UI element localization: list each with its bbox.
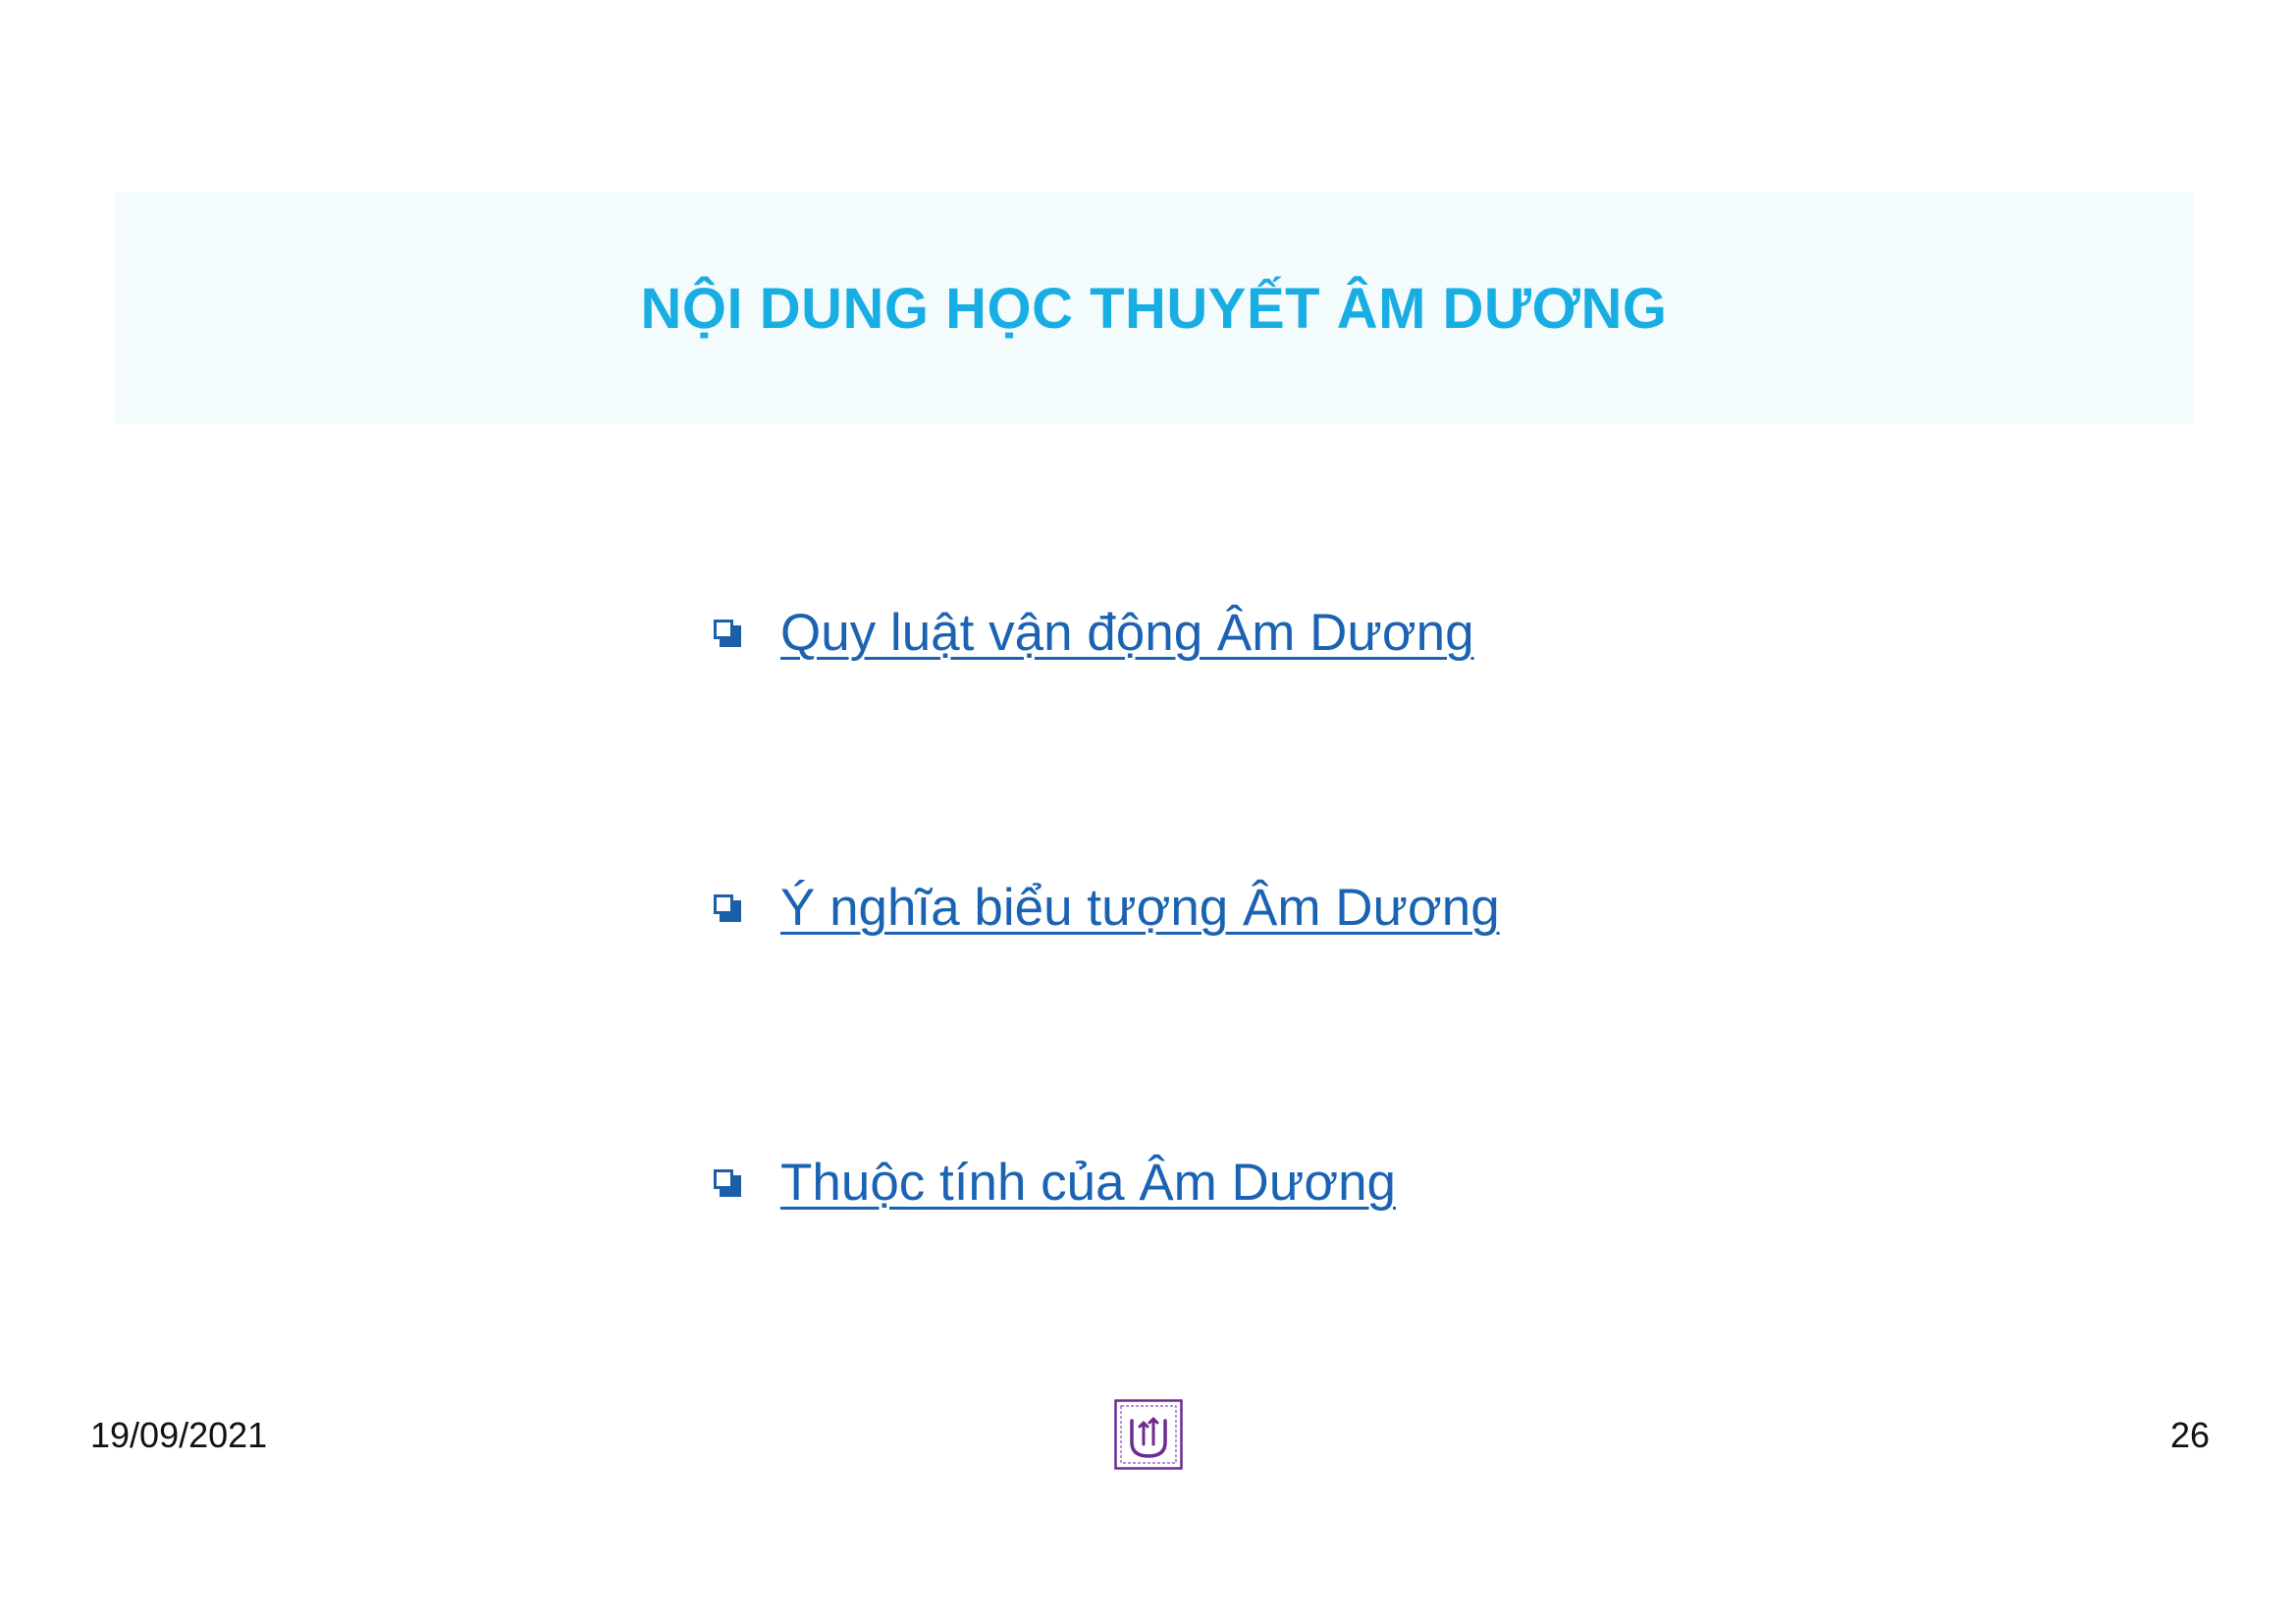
link-quy-luat-van-dong[interactable]: Quy luật vận động Âm Dương <box>780 603 1474 663</box>
slide-title: NỘI DUNG HỌC THUYẾT ÂM DƯƠNG <box>640 276 1668 341</box>
list-item: Thuộc tính của Âm Dương <box>714 1153 1396 1213</box>
title-band: NỘI DUNG HỌC THUYẾT ÂM DƯƠNG <box>115 192 2193 424</box>
checkbox-bullet-icon <box>714 1168 741 1197</box>
list-item: Ý nghĩa biểu tượng Âm Dương <box>714 878 1500 938</box>
link-y-nghia-bieu-tuong[interactable]: Ý nghĩa biểu tượng Âm Dương <box>780 878 1500 938</box>
checkbox-bullet-icon <box>714 893 741 922</box>
checkbox-bullet-icon <box>714 619 741 647</box>
slide: NỘI DUNG HỌC THUYẾT ÂM DƯƠNG Quy luật vậ… <box>0 0 2296 1623</box>
page-number: 26 <box>2169 1415 2210 1455</box>
link-thuoc-tinh[interactable]: Thuộc tính của Âm Dương <box>780 1153 1396 1213</box>
university-logo-icon <box>1114 1399 1183 1470</box>
footer-date: 19/09/2021 <box>90 1415 268 1455</box>
list-item: Quy luật vận động Âm Dương <box>714 603 1474 663</box>
